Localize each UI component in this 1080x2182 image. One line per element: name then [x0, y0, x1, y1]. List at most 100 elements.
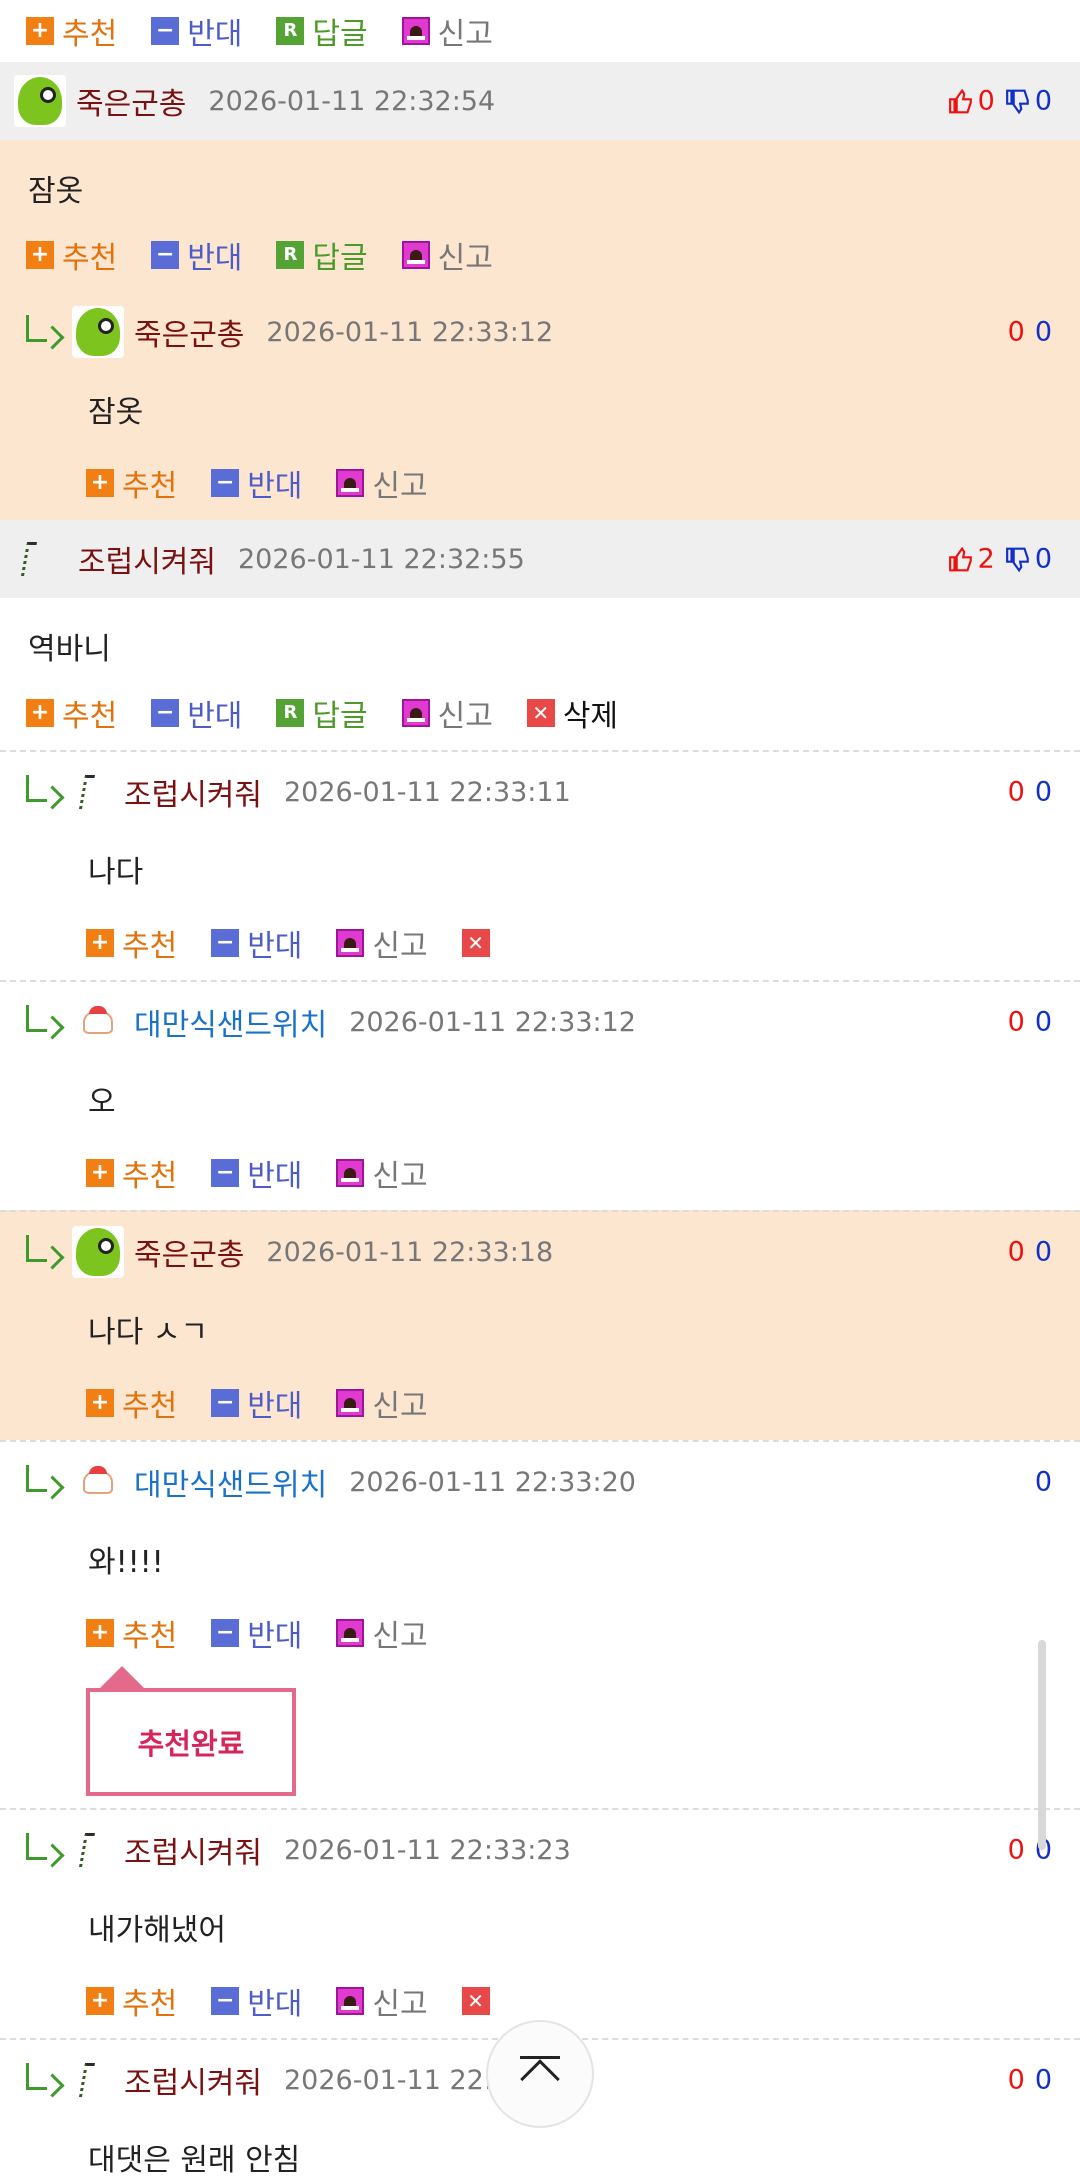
- upvote-count: 0: [977, 85, 995, 117]
- avatar-sketch-icon: [79, 1833, 95, 1867]
- recommend-button[interactable]: + 추천: [86, 1151, 177, 1195]
- downvote-count: 0: [1034, 2064, 1052, 2096]
- oppose-button[interactable]: − 반대: [211, 921, 302, 965]
- report-button[interactable]: 신고: [336, 1381, 428, 1425]
- reply-arrow-icon: [24, 775, 60, 809]
- avatar[interactable]: [72, 996, 124, 1048]
- vote-counts: 0 0: [1008, 1237, 1052, 1268]
- thumbs-up-icon: [948, 88, 972, 113]
- plus-icon: +: [26, 241, 54, 269]
- reply-text: 내가해냈어: [88, 1913, 226, 1948]
- report-button[interactable]: 신고: [336, 1151, 428, 1195]
- report-label: 신고: [372, 929, 428, 964]
- reply-date: 2026-01-11 22:33:12: [266, 316, 554, 348]
- recommend-button[interactable]: + 추천: [86, 1611, 177, 1655]
- reply-author[interactable]: 조럽시켜줘: [124, 770, 262, 814]
- reply-author[interactable]: 죽은군총: [134, 310, 244, 354]
- report-button[interactable]: 신고: [336, 461, 428, 505]
- recommend-button[interactable]: + 추천: [26, 233, 117, 277]
- avatar[interactable]: [72, 1226, 124, 1278]
- avatar-dino-icon: [18, 77, 62, 125]
- report-button[interactable]: 신고: [336, 1611, 428, 1655]
- reply-r-icon: R: [276, 241, 305, 269]
- downvote-count: 0: [1034, 543, 1052, 575]
- scroll-top-bar-icon: [520, 2055, 560, 2059]
- recommend-button[interactable]: + 추천: [86, 921, 177, 965]
- reply-button[interactable]: R 답글: [276, 691, 368, 735]
- reply-arrow-icon: [24, 1235, 60, 1269]
- reply-date: 2026-01-11 22:33:12: [349, 1006, 636, 1038]
- scrollbar[interactable]: [1038, 1640, 1046, 1850]
- reply-arrow-icon: [24, 1465, 60, 1499]
- reply-author[interactable]: 죽은군총: [134, 1230, 244, 1274]
- report-button[interactable]: 신고: [401, 691, 493, 735]
- recommend-button[interactable]: + 추천: [86, 1979, 177, 2023]
- scroll-to-top-button[interactable]: [486, 2020, 594, 2128]
- comment-author[interactable]: 죽은군총: [76, 79, 186, 123]
- avatar[interactable]: [72, 766, 102, 818]
- comment-date: 2026-01-11 22:32:54: [208, 85, 496, 117]
- vote-counts: 0 0: [1008, 2065, 1052, 2096]
- reply-item: 조럽시켜줘 2026-01-11 22:33:23 0 0 내가해냈어 + 추천 …: [0, 1808, 1080, 2038]
- avatar[interactable]: [14, 533, 44, 585]
- oppose-button[interactable]: − 반대: [151, 9, 242, 53]
- avatar-sketch-icon: [79, 775, 95, 809]
- reply-button[interactable]: R 답글: [276, 9, 368, 53]
- downvote-count: 0: [1034, 776, 1052, 808]
- report-label: 신고: [437, 241, 493, 276]
- thumbs-down-icon: [1005, 89, 1029, 114]
- recommend-button[interactable]: + 추천: [26, 691, 117, 735]
- oppose-button[interactable]: − 반대: [151, 691, 242, 735]
- avatar[interactable]: [72, 1456, 124, 1508]
- thumbs-up-icon: [948, 546, 972, 571]
- oppose-button[interactable]: − 반대: [211, 1979, 302, 2023]
- oppose-button[interactable]: − 반대: [211, 1611, 302, 1655]
- minus-icon: −: [211, 469, 240, 497]
- oppose-button[interactable]: − 반대: [211, 461, 302, 505]
- avatar[interactable]: [14, 75, 66, 127]
- reply-header: 죽은군총 2026-01-11 22:33:18 0 0: [0, 1212, 1080, 1292]
- avatar[interactable]: [72, 1824, 102, 1876]
- minus-icon: −: [151, 17, 180, 45]
- oppose-button[interactable]: − 반대: [151, 233, 242, 277]
- reply-header: 조럽시켜줘 2026-01-11 22:33:23 0 0: [0, 1810, 1080, 1890]
- minus-icon: −: [211, 1987, 240, 2015]
- avatar-sandwich-icon: [83, 1006, 113, 1034]
- report-button[interactable]: 신고: [336, 1979, 428, 2023]
- comment-author[interactable]: 조럽시켜줘: [78, 537, 216, 581]
- reply-author[interactable]: 대만식샌드위치: [134, 1460, 327, 1504]
- avatar[interactable]: [72, 2054, 102, 2106]
- plus-icon: +: [86, 1389, 114, 1417]
- vote-counts: 0 0: [1008, 317, 1052, 348]
- avatar[interactable]: [72, 306, 124, 358]
- reply-text: 나다: [88, 855, 144, 890]
- oppose-label: 반대: [247, 469, 303, 504]
- report-label: 신고: [372, 469, 428, 504]
- recommend-label: 추천: [62, 241, 118, 276]
- reply-author[interactable]: 대만식샌드위치: [134, 1000, 327, 1044]
- delete-button[interactable]: ✕: [461, 929, 498, 957]
- avatar-sandwich-icon: [83, 1466, 113, 1494]
- reply-author[interactable]: 조럽시켜줘: [124, 1828, 262, 1872]
- reply-text: 잠옷: [88, 395, 144, 430]
- upvote-count: 0: [1007, 316, 1025, 348]
- delete-button[interactable]: ✕ 삭제: [526, 691, 618, 735]
- report-label: 신고: [372, 1389, 428, 1424]
- recommend-button[interactable]: + 추천: [26, 9, 117, 53]
- report-button[interactable]: 신고: [336, 921, 428, 965]
- recommend-label: 추천: [122, 469, 178, 504]
- upvote-count: 2: [977, 543, 995, 575]
- report-button[interactable]: 신고: [401, 9, 493, 53]
- recommend-button[interactable]: + 추천: [86, 461, 177, 505]
- tooltip-text: 추천완료: [137, 1727, 245, 1761]
- recommend-button[interactable]: + 추천: [86, 1381, 177, 1425]
- oppose-button[interactable]: − 반대: [211, 1381, 302, 1425]
- reply-actions: + 추천 − 반대 신고: [0, 1366, 1080, 1440]
- oppose-button[interactable]: − 반대: [211, 1151, 302, 1195]
- reply-actions: + 추천 − 반대 신고: [0, 446, 1080, 520]
- report-button[interactable]: 신고: [401, 233, 493, 277]
- minus-icon: −: [211, 1159, 240, 1187]
- reply-button[interactable]: R 답글: [276, 233, 368, 277]
- delete-button[interactable]: ✕: [461, 1987, 498, 2015]
- reply-author[interactable]: 조럽시켜줘: [124, 2058, 262, 2102]
